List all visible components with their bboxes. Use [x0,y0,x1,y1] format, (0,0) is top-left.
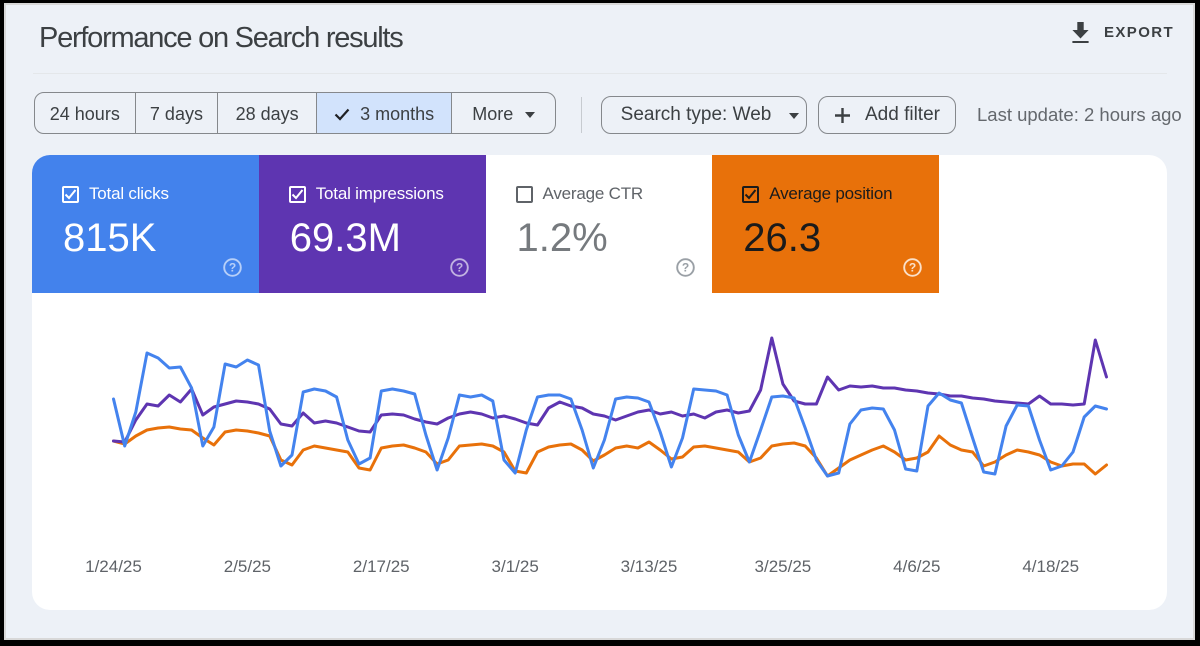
svg-text:?: ? [455,261,462,275]
svg-text:?: ? [682,261,689,275]
svg-text:?: ? [229,261,236,275]
svg-text:?: ? [909,261,916,275]
